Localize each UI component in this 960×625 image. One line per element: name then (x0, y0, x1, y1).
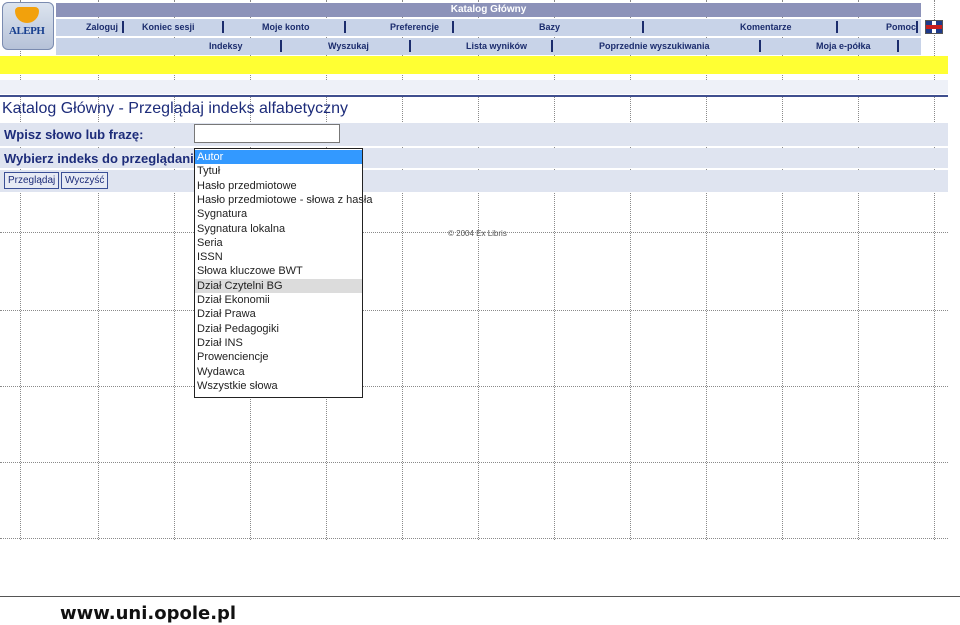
browse-button[interactable]: Przeglądaj (4, 172, 60, 189)
nav-search[interactable]: Wyszukaj (328, 41, 369, 51)
option-sygnatura-lokalna[interactable]: Sygnatura lokalna (195, 222, 362, 236)
word-row: Wpisz słowo lub frazę: (0, 123, 948, 146)
message-band (0, 80, 948, 94)
nav-e-shelf[interactable]: Moja e-półka (816, 41, 871, 51)
catalog-title: Katalog Główny (56, 3, 921, 17)
nav-my-account[interactable]: Moje konto (262, 22, 310, 32)
logo-text: ALEPH (9, 25, 45, 37)
nav-help[interactable]: Pomoc (886, 22, 916, 32)
nav-databases[interactable]: Bazy (539, 22, 560, 32)
sub-navigation: Indeksy Wyszukaj Lista wyników Poprzedni… (56, 38, 921, 55)
option-proweniencje[interactable]: Prowenciencje (195, 350, 362, 364)
option-haslo-przedmiotowe[interactable]: Hasło przedmiotowe (195, 179, 362, 193)
footer-divider (0, 596, 960, 597)
option-haslo-slowa[interactable]: Hasło przedmiotowe - słowa z hasła (195, 193, 372, 207)
option-seria[interactable]: Seria (195, 236, 362, 250)
option-dzial-prawa[interactable]: Dział Prawa (195, 307, 362, 321)
page-title: Katalog Główny - Przeglądaj indeks alfab… (2, 100, 348, 117)
option-dzial-czytelni[interactable]: Dział Czytelni BG (195, 278, 362, 293)
title-divider (0, 95, 948, 97)
option-slowa-kluczowe[interactable]: Słowa kluczowe BWT (195, 264, 362, 278)
option-issn[interactable]: ISSN (195, 250, 362, 264)
option-tytul[interactable]: Tytuł (195, 164, 362, 178)
word-label: Wpisz słowo lub frazę: (4, 127, 144, 142)
nav-result-list[interactable]: Lista wyników (466, 41, 527, 51)
nav-comments[interactable]: Komentarze (740, 22, 792, 32)
buttons-row (0, 170, 948, 192)
option-dzial-pedagogiki[interactable]: Dział Pedagogiki (195, 322, 362, 336)
nav-login[interactable]: Zaloguj (86, 22, 118, 32)
option-sygnatura[interactable]: Sygnatura (195, 207, 362, 221)
nav-preferences[interactable]: Preferencje (390, 22, 439, 32)
clear-button[interactable]: Wyczyść (61, 172, 109, 189)
option-dzial-ekonomii[interactable]: Dział Ekonomii (195, 293, 362, 307)
logo-mark-icon (15, 7, 39, 23)
option-wszystkie-slowa[interactable]: Wszystkie słowa (195, 379, 362, 393)
option-autor[interactable]: Autor (195, 150, 362, 165)
nav-previous-searches[interactable]: Poprzednie wyszukiwania (599, 41, 710, 51)
top-navigation: Zaloguj Koniec sesji Moje konto Preferen… (56, 19, 921, 36)
english-flag-icon[interactable] (925, 20, 943, 34)
option-dzial-ins[interactable]: Dział INS (195, 336, 362, 350)
nav-indexes[interactable]: Indeksy (209, 41, 243, 51)
aleph-logo[interactable]: ALEPH (2, 2, 54, 50)
index-row: Wybierz indeks do przeglądania: (0, 148, 948, 168)
footer-url: www.uni.opole.pl (60, 603, 237, 624)
copyright-text: © 2004 Ex Libris (448, 229, 507, 238)
index-listbox[interactable]: Autor Tytuł Hasło przedmiotowe Hasło prz… (194, 148, 372, 398)
highlight-bar (0, 56, 948, 74)
nav-logout[interactable]: Koniec sesji (142, 22, 195, 32)
index-label: Wybierz indeks do przeglądania: (4, 151, 206, 166)
word-input[interactable] (194, 124, 340, 143)
option-wydawca[interactable]: Wydawca (195, 365, 362, 379)
